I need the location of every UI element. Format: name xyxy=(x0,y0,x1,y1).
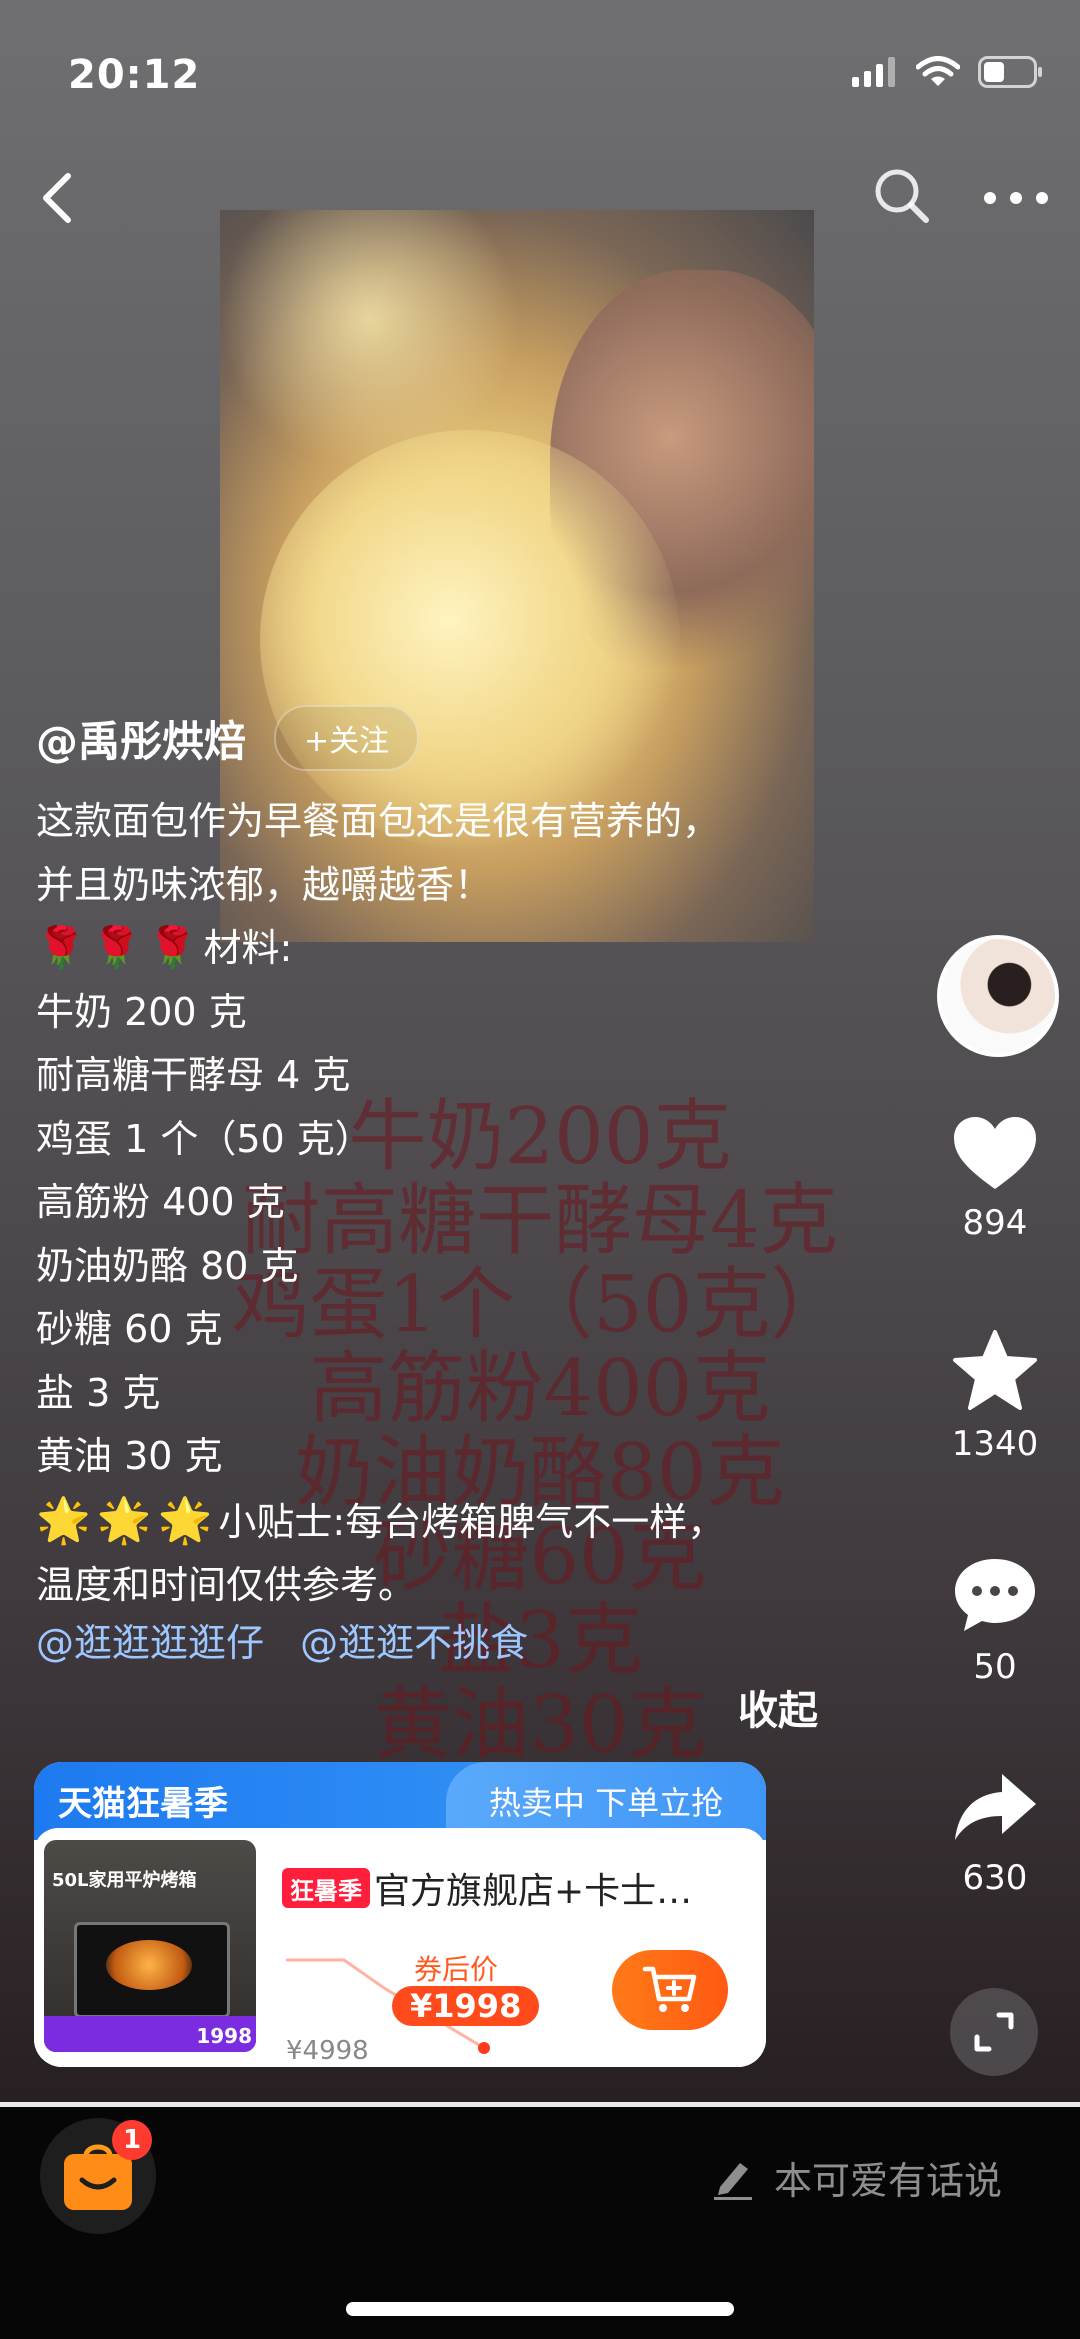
status-icons xyxy=(852,56,1044,88)
comment-icon xyxy=(955,1559,1035,1631)
comment-button[interactable]: 50 xyxy=(940,1555,1050,1687)
description-line: 🌟 🌟 🌟 小贴士:每台烤箱脾气不一样， xyxy=(36,1489,856,1555)
sparkle-icon: 🌟 xyxy=(157,1494,213,1546)
oven-glow xyxy=(106,1940,192,1990)
back-icon xyxy=(43,173,71,223)
materials-heading: 材料: xyxy=(203,926,293,970)
description-line: 这款面包作为早餐面包还是很有营养的， xyxy=(36,799,721,843)
product-image[interactable]: 50L家用平炉烤箱 1998 xyxy=(44,1840,256,2052)
description-line: 奶油奶酪 80 克 xyxy=(36,1243,299,1288)
collapse-button[interactable]: 收起 xyxy=(738,1678,818,1736)
promo-badge: 狂暑季 xyxy=(282,1868,370,1908)
rose-icon: 🌹 xyxy=(91,925,142,971)
description-line: 牛奶 200 克 xyxy=(36,989,247,1034)
author-row: @禹彤烘焙 +关注 xyxy=(36,705,420,771)
description-line: 黄油 30 克 xyxy=(36,1434,223,1478)
status-time: 20:12 xyxy=(68,52,201,98)
search-button[interactable] xyxy=(870,164,934,228)
description-line: 温度和时间仅供参考。 xyxy=(36,1563,417,1607)
add-to-cart-button[interactable] xyxy=(612,1950,728,2030)
tip-text: 小贴士:每台烤箱脾气不一样， xyxy=(218,1499,726,1544)
cart-icon xyxy=(642,1966,697,2012)
description-line: 🌹 🌹 🌹 材料: xyxy=(36,917,856,981)
mention-link[interactable]: @逛逛逛逛仔 xyxy=(36,1621,264,1665)
video-description: 这款面包作为早餐面包还是很有营养的， 并且奶味浓郁，越嚼越香！ 🌹 🌹 🌹 材料: 牛… xyxy=(36,790,856,1618)
author-name[interactable]: @禹彤烘焙 xyxy=(36,708,246,769)
product-image-price: 1998 xyxy=(196,2024,252,2048)
fullscreen-button[interactable] xyxy=(950,1988,1038,2076)
edit-icon xyxy=(714,2162,752,2200)
description-line: 盐 3 克 xyxy=(36,1370,161,1415)
coupon-label: 券后价 xyxy=(414,1953,499,1986)
mentions-row: @逛逛逛逛仔 @逛逛不挑食 xyxy=(36,1612,552,1667)
comment-placeholder: 本可爱有话说 xyxy=(774,2159,1003,2203)
product-title[interactable]: 官方旗舰店+卡士… xyxy=(374,1862,692,1914)
share-count: 630 xyxy=(962,1858,1028,1898)
follow-button[interactable]: +关注 xyxy=(274,705,420,771)
like-button[interactable]: 894 xyxy=(940,1115,1050,1243)
rose-icon: 🌹 xyxy=(36,925,86,971)
comment-input[interactable]: 本可爱有话说 xyxy=(710,2150,1002,2205)
share-icon xyxy=(955,1774,1036,1840)
more-button[interactable] xyxy=(980,168,1052,228)
description-line: 并且奶味浓郁，越嚼越香！ xyxy=(36,862,493,907)
favorite-button[interactable]: 1340 xyxy=(940,1330,1050,1464)
author-avatar[interactable] xyxy=(937,935,1059,1057)
signal-icon xyxy=(852,57,895,87)
sparkle-icon: 🌟 xyxy=(36,1494,91,1546)
rose-icon: 🌹 xyxy=(147,925,198,971)
cart-badge: 1 xyxy=(112,2120,152,2160)
heart-icon xyxy=(954,1117,1036,1189)
product-card-body: 50L家用平炉烤箱 1998 狂暑季 官方旗舰店+卡士… 券后价 ¥1998 ¥… xyxy=(34,1828,766,2067)
description-line: 耐高糖干酵母 4 克 xyxy=(36,1053,351,1097)
favorite-count: 1340 xyxy=(951,1424,1039,1464)
description-line: 砂糖 60 克 xyxy=(36,1307,223,1351)
more-icon xyxy=(984,192,1048,204)
search-icon xyxy=(875,169,929,223)
wifi-icon xyxy=(916,56,960,86)
product-image-title: 50L家用平炉烤箱 xyxy=(52,1870,197,1891)
description-line: 高筋粉 400 克 xyxy=(36,1180,285,1224)
mention-link[interactable]: @逛逛不挑食 xyxy=(300,1621,528,1665)
star-icon xyxy=(953,1330,1037,1410)
like-count: 894 xyxy=(962,1203,1028,1243)
home-indicator xyxy=(346,2302,734,2316)
battery-icon xyxy=(978,56,1042,88)
coupon-price: ¥1998 xyxy=(392,1986,540,2026)
comment-count: 50 xyxy=(973,1647,1017,1687)
share-button[interactable]: 630 xyxy=(940,1770,1050,1898)
back-button[interactable] xyxy=(30,168,90,228)
fullscreen-icon xyxy=(974,2012,1014,2052)
sparkle-icon: 🌟 xyxy=(96,1494,152,1546)
product-card[interactable]: 天猫狂暑季 热卖中 下单立抢 50L家用平炉烤箱 1998 狂暑季 官方旗舰店+… xyxy=(34,1762,766,2067)
card-brand: 天猫狂暑季 xyxy=(58,1784,228,1824)
original-price: ¥4998 xyxy=(286,2036,369,2066)
description-line: 鸡蛋 1 个（50 克） xyxy=(36,1116,373,1161)
